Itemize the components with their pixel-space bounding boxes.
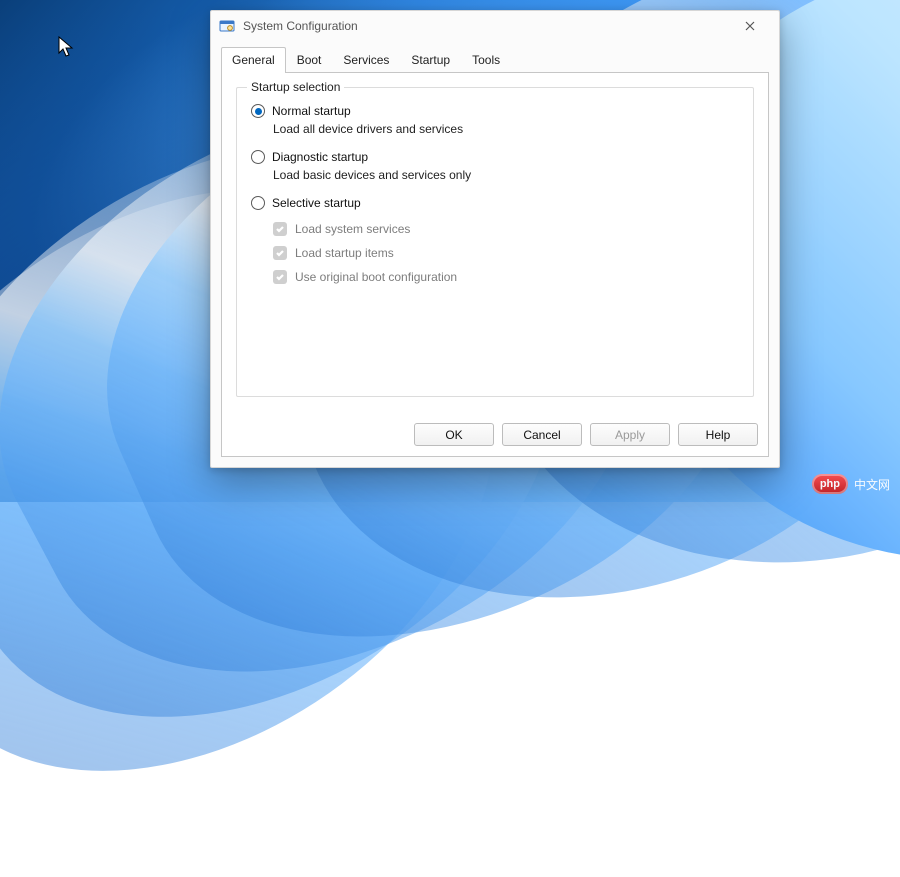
- tab-startup[interactable]: Startup: [400, 47, 461, 73]
- checkbox-load-system-services: Load system services: [273, 222, 739, 236]
- watermark-badge: php: [812, 474, 848, 494]
- checkbox-label: Use original boot configuration: [295, 270, 457, 284]
- group-title: Startup selection: [247, 80, 344, 94]
- ok-button[interactable]: OK: [414, 423, 494, 446]
- radio-icon: [251, 104, 265, 118]
- tab-general[interactable]: General: [221, 47, 286, 73]
- tab-label: General: [232, 53, 275, 67]
- checkbox-use-original-boot-config: Use original boot configuration: [273, 270, 739, 284]
- checkbox-icon: [273, 270, 287, 284]
- radio-label: Selective startup: [272, 196, 361, 210]
- checkbox-label: Load system services: [295, 222, 410, 236]
- tab-tools[interactable]: Tools: [461, 47, 511, 73]
- mouse-cursor-icon: [58, 36, 76, 60]
- radio-selective-startup[interactable]: Selective startup: [251, 196, 739, 210]
- close-icon: [745, 21, 755, 31]
- button-label: Apply: [615, 428, 645, 442]
- radio-label: Diagnostic startup: [272, 150, 368, 164]
- radio-description: Load basic devices and services only: [273, 168, 739, 182]
- close-button[interactable]: [729, 12, 771, 40]
- cancel-button[interactable]: Cancel: [502, 423, 582, 446]
- tab-label: Startup: [411, 53, 450, 67]
- watermark: php 中文网: [812, 474, 890, 494]
- radio-description: Load all device drivers and services: [273, 122, 739, 136]
- system-configuration-dialog: System Configuration General Boot Servic…: [210, 10, 780, 468]
- startup-selection-group: Startup selection Normal startup Load al…: [236, 87, 754, 397]
- radio-diagnostic-startup[interactable]: Diagnostic startup: [251, 150, 739, 164]
- tab-bar: General Boot Services Startup Tools: [211, 46, 779, 72]
- radio-icon: [251, 150, 265, 164]
- checkbox-icon: [273, 246, 287, 260]
- tab-label: Boot: [297, 53, 322, 67]
- help-button[interactable]: Help: [678, 423, 758, 446]
- radio-label: Normal startup: [272, 104, 351, 118]
- button-label: Help: [706, 428, 731, 442]
- button-label: OK: [445, 428, 462, 442]
- radio-icon: [251, 196, 265, 210]
- dialog-buttons: OK Cancel Apply Help: [414, 423, 758, 446]
- checkbox-label: Load startup items: [295, 246, 394, 260]
- tab-boot[interactable]: Boot: [286, 47, 333, 73]
- button-label: Cancel: [523, 428, 560, 442]
- watermark-text: 中文网: [854, 476, 890, 493]
- checkbox-icon: [273, 222, 287, 236]
- apply-button: Apply: [590, 423, 670, 446]
- tab-services[interactable]: Services: [332, 47, 400, 73]
- app-icon: [219, 18, 235, 34]
- window-title: System Configuration: [243, 19, 358, 33]
- tab-label: Services: [343, 53, 389, 67]
- tab-panel-general: Startup selection Normal startup Load al…: [221, 72, 769, 457]
- tab-label: Tools: [472, 53, 500, 67]
- checkbox-load-startup-items: Load startup items: [273, 246, 739, 260]
- radio-normal-startup[interactable]: Normal startup: [251, 104, 739, 118]
- titlebar[interactable]: System Configuration: [211, 11, 779, 41]
